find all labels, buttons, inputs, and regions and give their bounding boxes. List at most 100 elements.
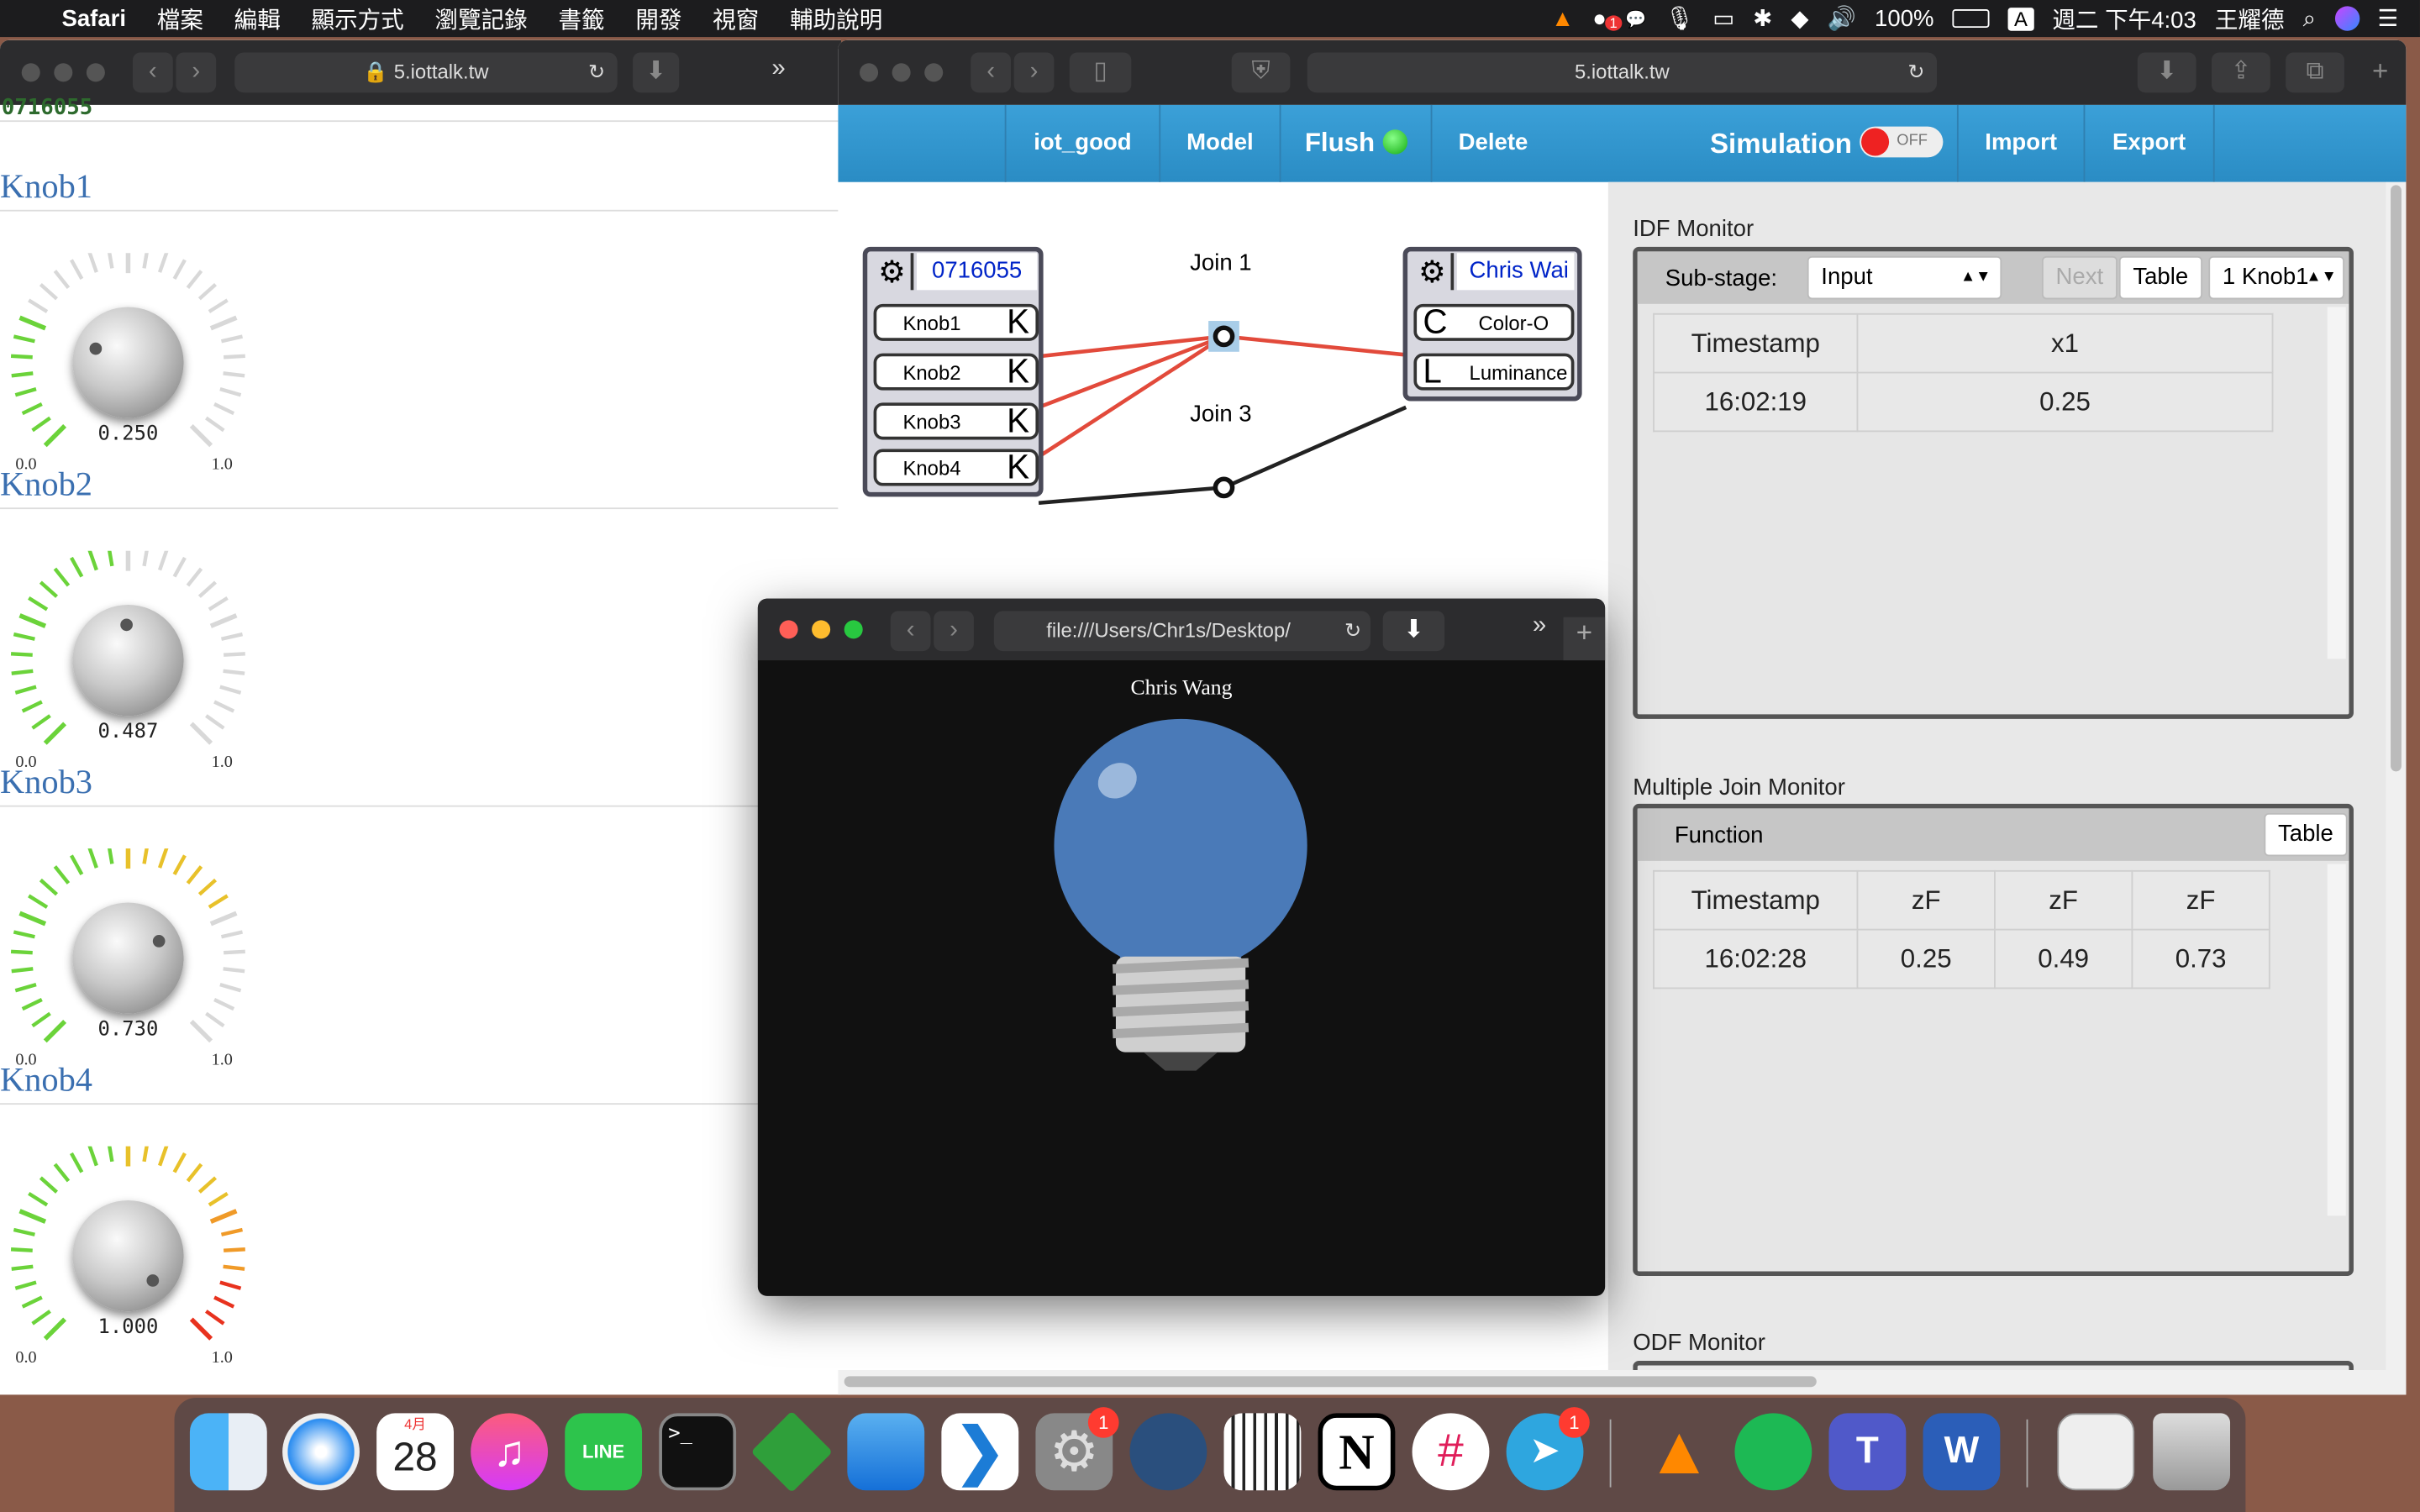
knob2-dial[interactable]: [72, 604, 184, 717]
dock-spotify-icon[interactable]: [1734, 1413, 1812, 1491]
bluetooth-icon[interactable]: ✱: [1753, 5, 1772, 32]
notification-icon[interactable]: ● 1: [1592, 5, 1623, 32]
minimize-button[interactable]: [892, 63, 911, 82]
dock-music-icon[interactable]: ♫: [471, 1413, 549, 1491]
back-button[interactable]: ‹: [132, 52, 173, 93]
simulation-toggle[interactable]: OFF: [1860, 126, 1944, 158]
knob1[interactable]: 0.250 0.0 1.0: [0, 253, 247, 485]
clock[interactable]: 週二 下午4:03: [2052, 3, 2196, 35]
feature-select[interactable]: 1 Knob1 ▲▼: [2208, 255, 2344, 300]
odf-feature-luminance[interactable]: L Luminance: [1413, 353, 1575, 391]
scrollbar[interactable]: [2327, 307, 2346, 659]
gear-icon[interactable]: ⚙: [1413, 253, 1455, 291]
dock-vlc-icon[interactable]: ▲: [1640, 1413, 1718, 1490]
more-tabs-icon[interactable]: »: [771, 55, 785, 83]
odf-feature-color[interactable]: C Color-O: [1413, 302, 1575, 341]
zoom-button[interactable]: [924, 63, 944, 82]
close-button[interactable]: [21, 63, 40, 82]
shield-icon[interactable]: ⛨: [1231, 52, 1291, 93]
dock-trash-icon[interactable]: [2153, 1413, 2231, 1491]
delete-button[interactable]: Delete: [1430, 104, 1555, 182]
import-button[interactable]: Import: [1956, 104, 2084, 182]
address-bar[interactable]: file:///Users/Chr1s/Desktop/ ↻: [993, 611, 1370, 652]
idf-feature-knob3[interactable]: Knob3 K: [873, 402, 1039, 440]
knob2[interactable]: 0.487 0.0 1.0: [0, 550, 247, 783]
dock-slack-icon[interactable]: #: [1412, 1413, 1490, 1491]
scrollbar[interactable]: [2327, 864, 2346, 1216]
address-bar[interactable]: 5.iottalk.tw ↻: [1307, 52, 1938, 93]
zoom-button[interactable]: [86, 63, 105, 82]
idf-feature-knob2[interactable]: Knob2 K: [873, 352, 1039, 391]
tabs-overview-icon[interactable]: ⧉: [2286, 52, 2344, 93]
forward-button[interactable]: ›: [176, 52, 217, 93]
battery-percent[interactable]: 100%: [1875, 5, 1933, 31]
address-bar[interactable]: 🔒 5.iottalk.tw ↻: [234, 52, 618, 93]
dock-vscode-icon[interactable]: ❯: [941, 1413, 1019, 1491]
gear-icon[interactable]: ⚙: [874, 253, 914, 291]
menu-edit[interactable]: 編輯: [234, 3, 281, 35]
menu-history[interactable]: 瀏覽記錄: [434, 3, 527, 35]
next-button[interactable]: Next: [2041, 255, 2118, 300]
notification-center-icon[interactable]: ☰: [2378, 5, 2399, 32]
scrollbar-thumb[interactable]: [2391, 185, 2402, 772]
dock-teams-icon[interactable]: T: [1828, 1413, 1907, 1491]
table-button[interactable]: Table: [2264, 812, 2348, 857]
dock-finder-icon[interactable]: [189, 1413, 267, 1491]
microphone-icon[interactable]: 🎙: [1665, 5, 1694, 32]
download-button[interactable]: ⬇: [633, 52, 680, 93]
simulation-control[interactable]: Simulation OFF: [1555, 105, 1956, 182]
back-button[interactable]: ‹: [890, 611, 931, 652]
wifi-icon[interactable]: ◆: [1791, 5, 1808, 32]
model-button[interactable]: Model: [1159, 104, 1279, 182]
menu-view[interactable]: 顯示方式: [312, 3, 404, 35]
idf-feature-knob1[interactable]: Knob1 K: [873, 302, 1039, 341]
app-menu[interactable]: Safari: [61, 5, 126, 31]
close-button[interactable]: [860, 63, 879, 82]
knob4[interactable]: 1.000 0.0 1.0: [0, 1146, 247, 1378]
siri-icon[interactable]: [2334, 6, 2360, 31]
dock-word-icon[interactable]: W: [1923, 1413, 2001, 1491]
more-tabs-icon[interactable]: »: [1533, 612, 1546, 640]
knob4-dial[interactable]: [72, 1200, 184, 1312]
menu-file[interactable]: 檔案: [157, 3, 203, 35]
volume-icon[interactable]: 🔊: [1828, 5, 1856, 32]
join3-node[interactable]: [1213, 476, 1235, 499]
dock-terminal-icon[interactable]: >_: [659, 1413, 737, 1491]
dock-piano-icon[interactable]: [1223, 1413, 1302, 1491]
idf-feature-knob4[interactable]: Knob4 K: [873, 448, 1039, 486]
close-button[interactable]: [779, 620, 798, 639]
reload-icon[interactable]: ↻: [588, 52, 605, 92]
new-tab-icon[interactable]: +: [1563, 617, 1606, 661]
sidebar-toggle-icon[interactable]: ▯: [1069, 52, 1132, 93]
idf-device-block[interactable]: ⚙ 0716055 Knob1 K Knob2 K Knob3 K Knob4 K: [862, 246, 1044, 497]
menu-bookmarks[interactable]: 書籤: [558, 3, 604, 35]
dock-podcast-icon[interactable]: [1129, 1413, 1207, 1491]
share-icon[interactable]: ⇪: [2211, 52, 2270, 93]
horizontal-scrollbar[interactable]: [838, 1369, 2386, 1395]
input-source[interactable]: A: [2007, 7, 2034, 30]
dock-line-icon[interactable]: LINE: [565, 1413, 643, 1491]
odf-device-block[interactable]: ⚙ Chris Wai C Color-O L Luminance: [1402, 246, 1582, 402]
download-button[interactable]: ⬇: [2137, 52, 2196, 93]
dock-notion-icon[interactable]: N: [1318, 1413, 1396, 1491]
project-button[interactable]: iot_good: [1004, 104, 1160, 182]
knob3-dial[interactable]: [72, 902, 184, 1014]
user-name[interactable]: 王耀德: [2215, 3, 2285, 35]
export-button[interactable]: Export: [2083, 104, 2215, 182]
reload-icon[interactable]: ↻: [1907, 52, 1924, 92]
new-tab-icon[interactable]: +: [2372, 55, 2388, 88]
forward-button[interactable]: ›: [934, 611, 974, 652]
dock-calendar-icon[interactable]: 4月 28: [376, 1413, 454, 1491]
scrollbar-thumb[interactable]: [844, 1376, 1817, 1388]
dock-xcode-icon[interactable]: [847, 1413, 925, 1491]
knob1-dial[interactable]: [72, 307, 184, 418]
menu-window[interactable]: 視窗: [713, 3, 759, 35]
vertical-scrollbar[interactable]: [2386, 181, 2407, 1395]
dock-vim-icon[interactable]: [750, 1410, 833, 1494]
substage-select[interactable]: Input ▲▼: [1807, 255, 2002, 300]
menu-develop[interactable]: 開發: [635, 3, 681, 35]
download-button[interactable]: ⬇: [1382, 611, 1445, 652]
minimize-button[interactable]: [54, 63, 73, 82]
battery-icon[interactable]: [1952, 9, 1990, 29]
dock-preview-icon[interactable]: [2057, 1413, 2135, 1491]
